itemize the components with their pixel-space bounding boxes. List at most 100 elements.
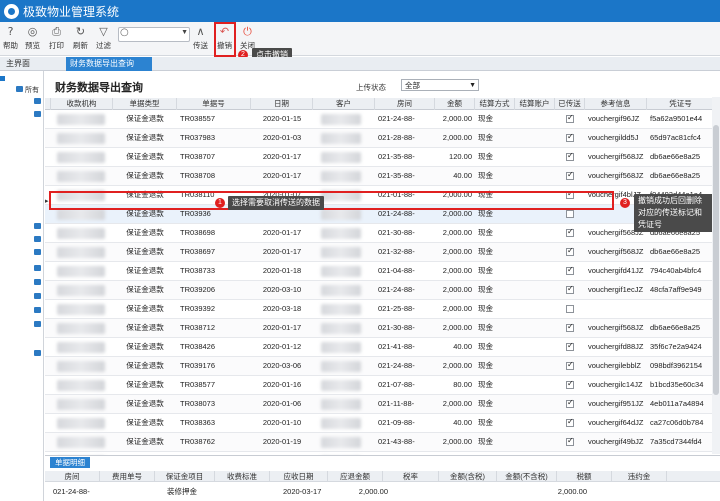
detail-header-cell[interactable]: 金额(含税) bbox=[439, 471, 497, 482]
cell-type: 保证金退款 bbox=[126, 133, 164, 142]
scrollbar-thumb[interactable] bbox=[713, 125, 719, 395]
sent-checkbox[interactable] bbox=[566, 379, 574, 389]
toolbar: ? 帮助 ◎ 预览 ⎙ 打印 ↻ 刷新 ▽ 过滤 ∧ 传送 ↶ 撤销 ⏻ 关闭 bbox=[0, 22, 720, 56]
tree-expand-icon[interactable] bbox=[0, 76, 5, 81]
table-row[interactable]: 保证金退款 TR039392 2020-03-18 021-25-88- 2,000.0… bbox=[45, 300, 715, 319]
detail-header-cell[interactable]: 应退金额 bbox=[328, 471, 383, 482]
sent-checkbox[interactable] bbox=[566, 170, 574, 180]
detail-header-cell[interactable]: 房间 bbox=[45, 471, 100, 482]
filter-button[interactable]: ▽ 过滤 bbox=[96, 24, 111, 54]
cell-voucher: 48cfa7aff9e949 bbox=[650, 285, 702, 294]
preview-button[interactable]: ◎ 预览 bbox=[25, 24, 40, 54]
grid-header-cell[interactable]: 日期 bbox=[251, 98, 313, 110]
redacted-customer bbox=[321, 304, 361, 315]
table-row[interactable]: 保证金退款 TR038577 2020-01-16 021-07-88- 80.00 现金… bbox=[45, 376, 715, 395]
folder-icon bbox=[34, 307, 41, 313]
detail-header-cell[interactable]: 保证金项目 bbox=[155, 471, 215, 482]
refresh-button[interactable]: ↻ 刷新 bbox=[73, 24, 88, 54]
help-button[interactable]: ? 帮助 bbox=[3, 24, 18, 54]
table-row[interactable]: 保证金退款 TR038707 2020-01-17 021-35-88- 120.00 现… bbox=[45, 148, 715, 167]
sent-checkbox[interactable] bbox=[566, 284, 574, 294]
grid-header-cell[interactable]: 参考信息 bbox=[585, 98, 647, 110]
table-row[interactable]: 保证金退款 TR038712 2020-01-17 021-30-88- 2,000.0… bbox=[45, 319, 715, 338]
tab-main[interactable]: 主界面 bbox=[2, 57, 34, 71]
chevron-down-icon[interactable]: ▼ bbox=[181, 29, 188, 36]
cell-no: TR038698 bbox=[180, 228, 216, 237]
cell-amount: 2,000.00 bbox=[442, 361, 472, 370]
folder-icon bbox=[16, 86, 23, 92]
grid-header-cell[interactable]: 结算账户 bbox=[515, 98, 555, 110]
grid-header-cell[interactable]: 结算方式 bbox=[475, 98, 515, 110]
detail-header-cell[interactable]: 费用单号 bbox=[100, 471, 155, 482]
cell-no: TR038707 bbox=[180, 152, 216, 161]
table-row[interactable]: 保证金退款 TR039176 2020-03-06 021-24-88- 2,000.0… bbox=[45, 357, 715, 376]
table-row[interactable]: 保证金退款 TR038073 2020-01-06 021-11-88- 2,000.0… bbox=[45, 395, 715, 414]
grid-header-cell[interactable]: 客户 bbox=[313, 98, 375, 110]
grid-header-cell[interactable]: 凭证号 bbox=[647, 98, 715, 110]
sent-checkbox[interactable] bbox=[566, 151, 574, 161]
table-row[interactable]: 保证金退款 TR038733 2020-01-18 021-04-88- 2,000.0… bbox=[45, 262, 715, 281]
detail-header-cell[interactable]: 应收日期 bbox=[270, 471, 328, 482]
grid-header-cell[interactable]: 房间 bbox=[375, 98, 435, 110]
grid-header-cell[interactable]: 单据类型 bbox=[113, 98, 177, 110]
grid-header-cell[interactable]: 单据号 bbox=[177, 98, 251, 110]
grid-scrollbar[interactable] bbox=[712, 97, 720, 454]
search-input[interactable]: ○ ▼ bbox=[118, 27, 190, 42]
transfer-button[interactable]: ∧ 传送 bbox=[193, 24, 208, 54]
grid-header-cell[interactable]: 金额 bbox=[435, 98, 475, 110]
print-button[interactable]: ⎙ 打印 bbox=[49, 24, 64, 54]
sent-checkbox[interactable] bbox=[566, 341, 574, 351]
cell-amount: 2,000.00 bbox=[442, 285, 472, 294]
detail-header-cell[interactable]: 收费标准 bbox=[215, 471, 270, 482]
cell-method: 现金 bbox=[478, 266, 493, 275]
tree-root-label[interactable]: 所有 bbox=[25, 85, 39, 95]
table-row[interactable]: 保证金退款 TR039206 2020-03-10 021-24-88- 2,000.0… bbox=[45, 281, 715, 300]
search-icon: ○ bbox=[120, 27, 129, 38]
sent-checkbox[interactable] bbox=[566, 436, 574, 446]
cell-ref: vouchergilc14JZ bbox=[588, 380, 643, 389]
redacted-org bbox=[57, 418, 105, 429]
cell-amount: 2,000.00 bbox=[442, 228, 472, 237]
step-badge-1: 1 bbox=[215, 198, 225, 208]
cell-room: 021-41-88- bbox=[378, 342, 415, 351]
cell-no: TR037983 bbox=[180, 133, 216, 142]
detail-header-cell[interactable]: 违约金 bbox=[612, 471, 667, 482]
grid-header-cell[interactable]: 收款机构 bbox=[51, 98, 113, 110]
tab-finance-export[interactable]: 财务数据导出查询× bbox=[66, 57, 152, 82]
table-row[interactable]: 保证金退款 TR038426 2020-01-12 021-41-88- 40.00 现金… bbox=[45, 338, 715, 357]
detail-header-cell[interactable]: 税额 bbox=[557, 471, 612, 482]
tab-document-detail[interactable]: 单据明细 bbox=[50, 457, 90, 468]
sent-checkbox[interactable] bbox=[566, 305, 574, 313]
table-row[interactable]: 保证金退款 TR038557 2020-01-15 021-24-88- 2,000.0… bbox=[45, 110, 715, 129]
sent-checkbox[interactable] bbox=[566, 322, 574, 332]
sent-checkbox[interactable] bbox=[566, 265, 574, 275]
redacted-customer bbox=[321, 323, 361, 334]
sent-checkbox[interactable] bbox=[566, 113, 574, 123]
cell-type: 保证金退款 bbox=[126, 361, 164, 370]
detail-row[interactable]: 021-24-88- 装修押金 2020-03-17 2,000.00 2,00… bbox=[45, 483, 720, 501]
table-row[interactable]: 保证金退款 TR038697 2020-01-17 021-32-88- 2,000.0… bbox=[45, 243, 715, 262]
sent-checkbox[interactable] bbox=[566, 227, 574, 237]
sent-checkbox[interactable] bbox=[566, 246, 574, 256]
cell-ref: vouchergilebblZ bbox=[588, 361, 641, 370]
cell-amount: 2,000.00 bbox=[442, 304, 472, 313]
folder-icon bbox=[34, 293, 41, 299]
redacted-customer bbox=[321, 247, 361, 258]
table-row[interactable]: 保证金退款 TR038698 2020-01-17 021-30-88- 2,000.0… bbox=[45, 224, 715, 243]
grid-header-cell[interactable]: 已传送 bbox=[555, 98, 585, 110]
cell-voucher: 7a35cd7344fd4 bbox=[650, 437, 702, 446]
table-row[interactable]: 保证金退款 TR038708 2020-01-17 021-35-88- 40.00 现金… bbox=[45, 167, 715, 186]
sent-checkbox[interactable] bbox=[566, 132, 574, 142]
table-row[interactable]: 保证金退款 TR037983 2020-01-03 021-28-88- 2,000.0… bbox=[45, 129, 715, 148]
table-row[interactable]: 保证金退款 TR038762 2020-01-19 021-43-88- 2,000.0… bbox=[45, 433, 715, 452]
sent-checkbox[interactable] bbox=[566, 417, 574, 427]
detail-header-cell[interactable]: 金额(不含税) bbox=[497, 471, 557, 482]
sent-checkbox[interactable] bbox=[566, 398, 574, 408]
upload-status-select[interactable]: 全部 ▼ bbox=[401, 79, 479, 91]
detail-header-cell[interactable]: 税率 bbox=[383, 471, 439, 482]
cell-ref bbox=[588, 303, 644, 316]
sent-checkbox[interactable] bbox=[566, 210, 574, 218]
cell-type: 保证金退款 bbox=[126, 285, 164, 294]
table-row[interactable]: 保证金退款 TR038363 2020-01-10 021-09-88- 40.00 现金… bbox=[45, 414, 715, 433]
sent-checkbox[interactable] bbox=[566, 360, 574, 370]
